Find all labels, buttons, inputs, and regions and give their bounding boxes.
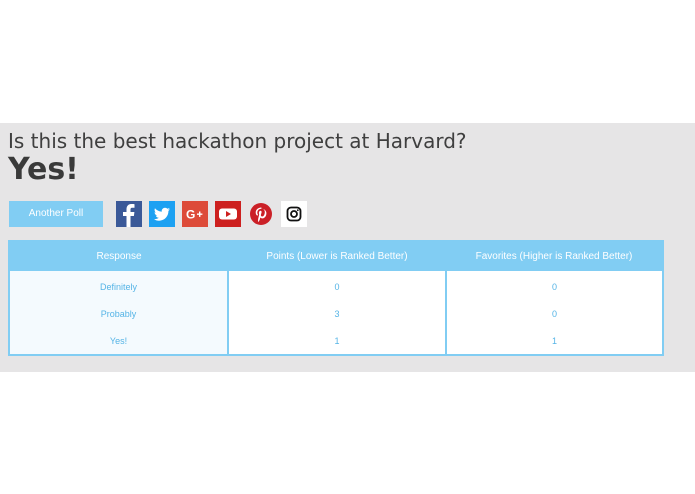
youtube-icon[interactable] [215,201,241,227]
another-poll-button[interactable]: Another Poll [9,201,103,227]
response-cell: Definitely [9,271,228,300]
favorites-cell: 0 [445,300,663,327]
points-cell: 0 [227,271,446,300]
table-row: Yes! 1 1 [9,327,663,355]
column-header-response: Response [9,241,228,271]
poll-winner: Yes! [8,152,79,187]
facebook-icon[interactable] [116,201,142,227]
table-row: Definitely 0 0 [9,271,663,300]
results-table: Response Points (Lower is Ranked Better)… [8,240,664,356]
table-header-row: Response Points (Lower is Ranked Better)… [9,241,663,271]
pinterest-icon[interactable] [248,201,274,227]
column-header-favorites: Favorites (Higher is Ranked Better) [446,241,663,271]
points-cell: 1 [227,327,446,355]
table-row: Probably 3 0 [9,300,663,327]
column-header-points: Points (Lower is Ranked Better) [228,241,446,271]
poll-question: Is this the best hackathon project at Ha… [8,129,467,153]
svg-text:G: G [186,208,195,222]
response-cell: Yes! [9,327,228,355]
twitter-icon[interactable] [149,201,175,227]
points-cell: 3 [227,300,446,327]
google-plus-icon[interactable]: G [182,201,208,227]
favorites-cell: 1 [445,327,663,355]
favorites-cell: 0 [445,271,663,300]
instagram-icon[interactable] [281,201,307,227]
response-cell: Probably [9,300,228,327]
poll-result-panel: Is this the best hackathon project at Ha… [0,123,695,372]
